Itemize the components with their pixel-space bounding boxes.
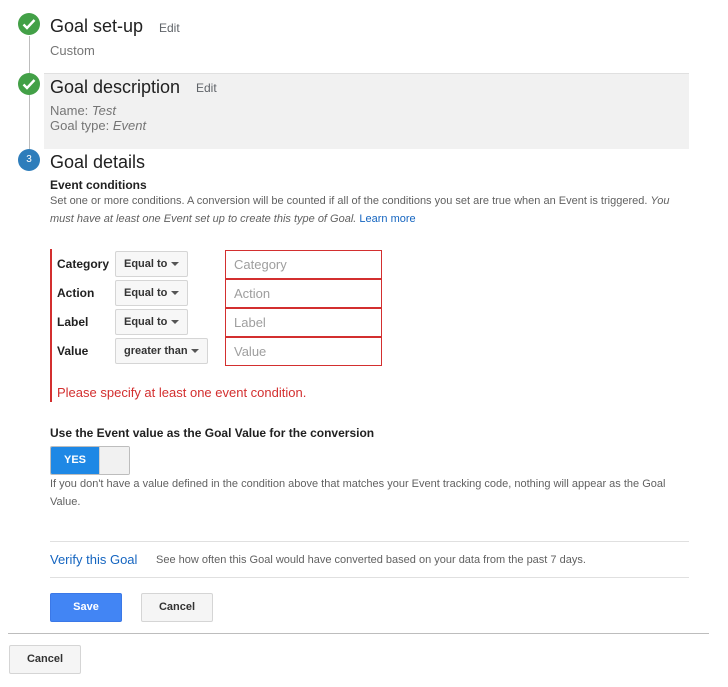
save-button[interactable]: Save (50, 593, 122, 622)
use-event-value-heading: Use the Event value as the Goal Value fo… (50, 426, 375, 440)
use-event-value-toggle[interactable]: YES (50, 446, 130, 475)
toggle-on-label: YES (51, 447, 99, 474)
toggle-help-line-2: Value. (50, 496, 81, 508)
toggle-help-text: If you don't have a value defined in the… (50, 475, 690, 511)
cancel-goal-button[interactable]: Cancel (9, 645, 81, 674)
cancel-details-button[interactable]: Cancel (141, 593, 213, 622)
category-operator-value: Equal to (124, 258, 168, 270)
footer-divider (8, 633, 709, 634)
verify-goal-link[interactable]: Verify this Goal (50, 552, 137, 567)
condition-label-category: Category (57, 257, 110, 271)
goal-name-line: Name: Test (50, 103, 116, 118)
step-2-complete-checkmark-icon (18, 73, 40, 95)
condition-label-value: Value (57, 344, 89, 358)
toggle-help-line-1: If you don't have a value defined in the… (50, 478, 666, 490)
goal-type-value: Event (112, 118, 147, 133)
goal-setup-edit-link[interactable]: Edit (159, 21, 180, 35)
event-conditions-help: Set one or more conditions. A conversion… (50, 192, 690, 228)
goal-name-label: Name: (50, 103, 89, 118)
action-operator-value: Equal to (124, 287, 168, 299)
help-italic-1: You (650, 195, 670, 207)
condition-label-action: Action (57, 286, 95, 300)
goal-type-line: Goal type: Event (50, 118, 146, 133)
divider (50, 541, 689, 542)
category-operator-dropdown[interactable]: Equal to (115, 251, 188, 277)
chevron-down-icon (171, 262, 179, 266)
action-operator-dropdown[interactable]: Equal to (115, 280, 188, 306)
goal-details-title: Goal details (50, 152, 146, 172)
verify-goal-description: See how often this Goal would have conve… (156, 554, 586, 566)
condition-label-label: Label (57, 315, 89, 329)
help-text: Set one or more conditions. A conversion… (50, 195, 648, 207)
error-indicator-bar (50, 249, 52, 402)
chevron-down-icon (171, 320, 179, 324)
value-input[interactable] (225, 337, 382, 366)
goal-description-title: Goal description (50, 77, 181, 97)
chevron-down-icon (171, 291, 179, 295)
error-message: Please specify at least one event condit… (57, 385, 307, 400)
divider (50, 577, 689, 578)
goal-name-value: Test (91, 103, 117, 118)
label-operator-dropdown[interactable]: Equal to (115, 309, 188, 335)
goal-setup-value: Custom (50, 43, 95, 58)
help-italic-2: must have at least one Event set up to c… (50, 213, 357, 225)
value-operator-value: greater than (124, 345, 188, 357)
learn-more-link[interactable]: Learn more (359, 213, 415, 225)
step-1-complete-checkmark-icon (18, 13, 40, 35)
goal-type-label: Goal type: (50, 118, 110, 133)
event-conditions-heading: Event conditions (50, 178, 147, 192)
label-input[interactable] (225, 308, 382, 337)
label-operator-value: Equal to (124, 316, 168, 328)
toggle-knob (99, 447, 129, 474)
value-operator-dropdown[interactable]: greater than (115, 338, 208, 364)
goal-setup-title: Goal set-up (50, 16, 144, 36)
action-input[interactable] (225, 279, 382, 308)
chevron-down-icon (191, 349, 199, 353)
category-input[interactable] (225, 250, 382, 279)
step-3-number-badge: 3 (18, 149, 40, 171)
step-connector (29, 36, 30, 160)
goal-description-edit-link[interactable]: Edit (196, 81, 217, 95)
